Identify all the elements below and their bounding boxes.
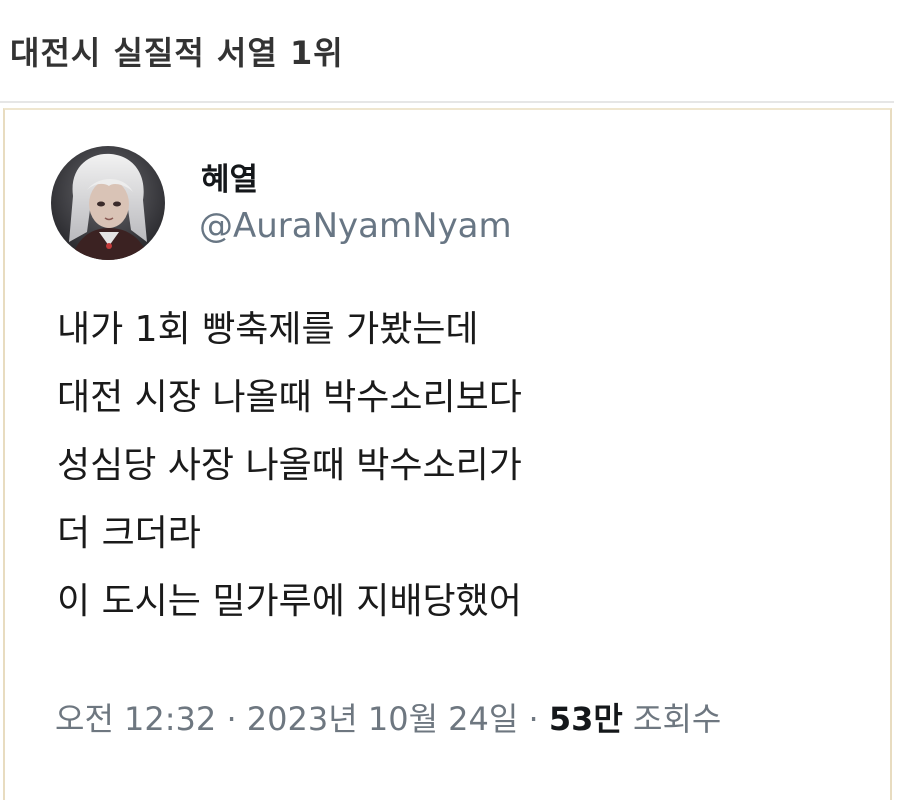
tweet-line: 성심당 사장 나올때 박수소리가: [57, 445, 522, 486]
tweet-card: 혜열 @AuraNyamNyam 내가 1회 빵축제를 가봤는데 대전 시장 나…: [3, 108, 892, 800]
tweet-line: 대전 시장 나올때 박수소리보다: [57, 377, 522, 418]
views-count: 53만: [548, 700, 623, 738]
anime-character-avatar-icon: [51, 146, 165, 260]
tweet-line: 더 크더라: [57, 513, 201, 554]
tweet-line: 이 도시는 밀가루에 지배당했어: [57, 581, 522, 622]
tweet-date[interactable]: 2023년 10월 24일: [247, 700, 519, 738]
meta-separator: ·: [518, 700, 549, 738]
tweet-meta: 오전 12:32 · 2023년 10월 24일 · 53만 조회수: [55, 694, 721, 740]
tweet-text: 내가 1회 빵축제를 가봤는데 대전 시장 나올때 박수소리보다 성심당 사장 …: [57, 296, 857, 636]
display-name[interactable]: 혜열: [201, 154, 258, 199]
tweet-time[interactable]: 오전 12:32: [55, 700, 216, 738]
avatar[interactable]: [51, 146, 165, 260]
tweet-line: 내가 1회 빵축제를 가봤는데: [57, 309, 479, 350]
user-handle[interactable]: @AuraNyamNyam: [199, 206, 512, 246]
title-divider: [0, 101, 894, 103]
post-title: 대전시 실질적 서열 1위: [10, 34, 344, 72]
meta-separator: ·: [216, 700, 247, 738]
views-label: 조회수: [633, 700, 722, 738]
